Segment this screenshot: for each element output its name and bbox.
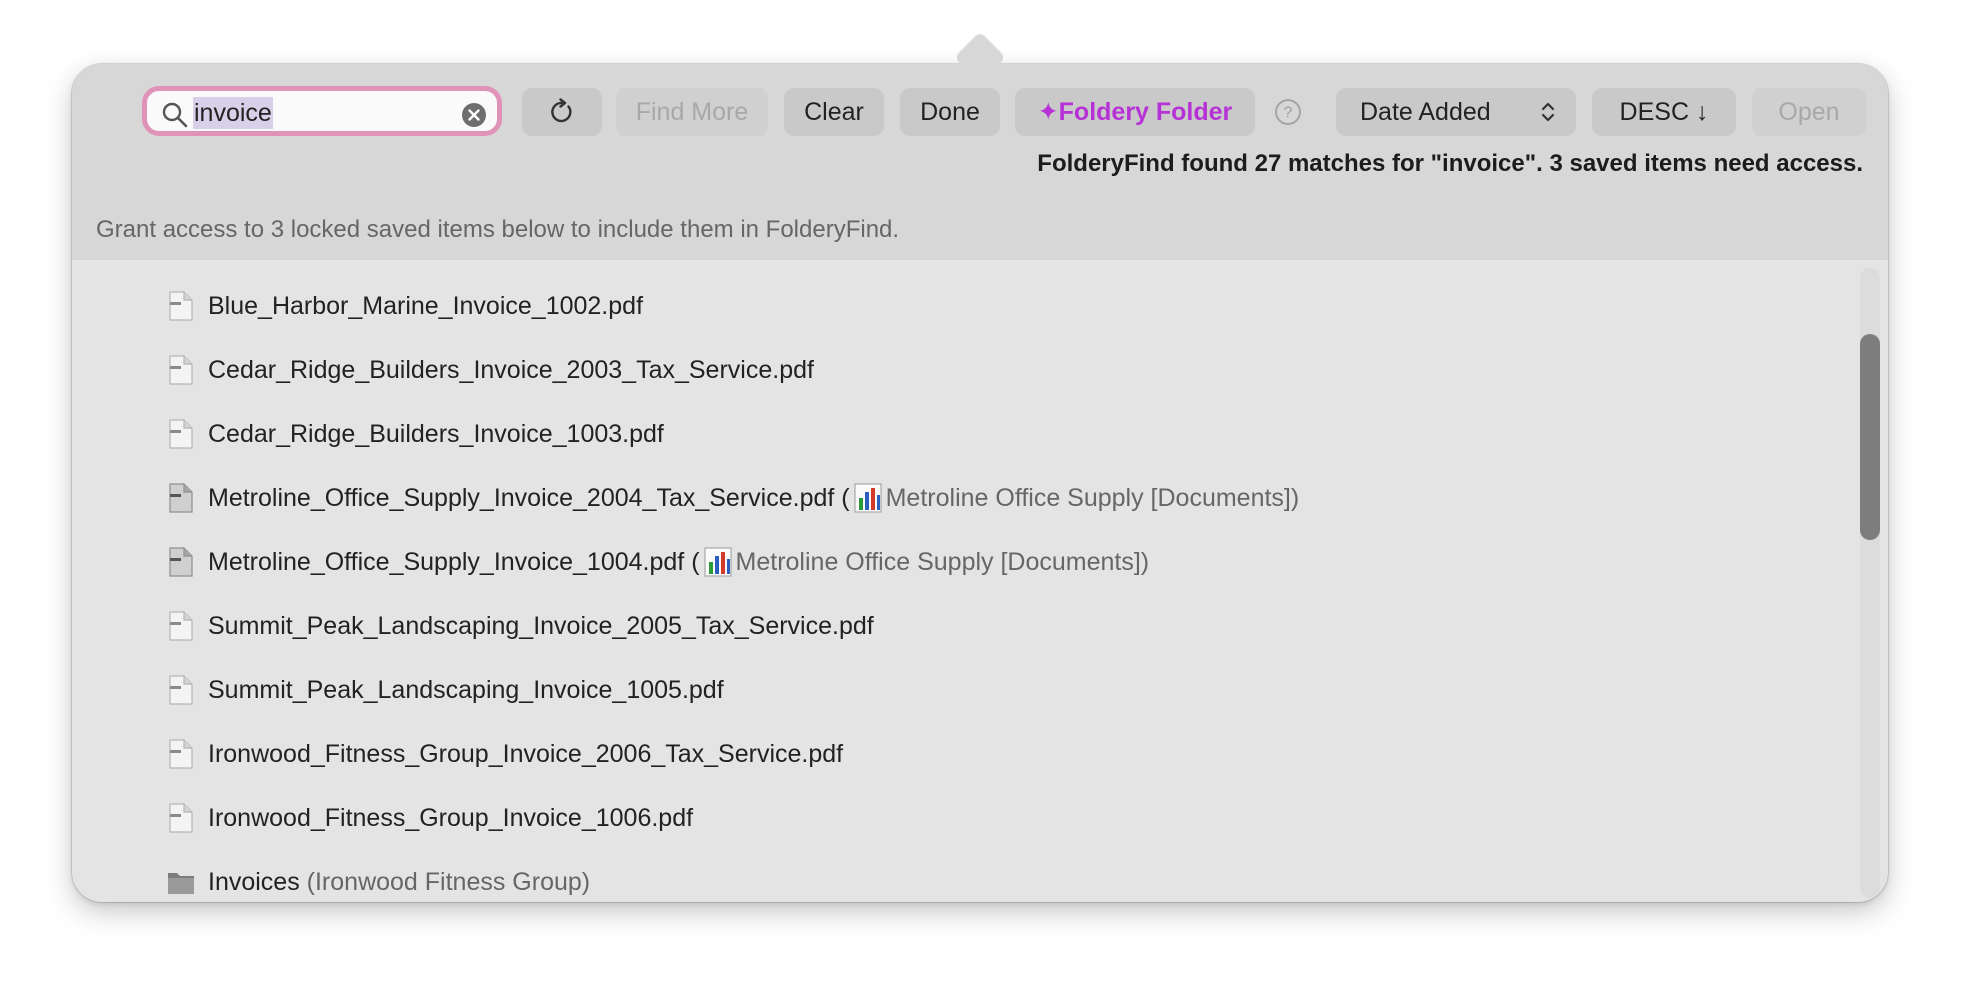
refresh-icon bbox=[551, 98, 572, 123]
location-open-paren: ( bbox=[684, 547, 700, 576]
grant-access-message[interactable]: Grant access to 3 locked saved items bel… bbox=[96, 216, 899, 244]
search-input[interactable]: invoice bbox=[193, 97, 273, 129]
bar-chart-icon bbox=[854, 483, 882, 513]
folder-icon bbox=[168, 873, 194, 894]
list-item[interactable]: Ironwood_Fitness_Group_Invoice_2006_Tax_… bbox=[166, 734, 843, 774]
status-message: FolderyFind found 27 matches for "invoic… bbox=[1037, 150, 1863, 177]
sort-order-button[interactable]: DESC ↓ bbox=[1592, 88, 1736, 136]
location-label: (Ironwood Fitness Group) bbox=[299, 867, 591, 896]
list-item[interactable]: Ironwood_Fitness_Group_Invoice_1006.pdf bbox=[166, 798, 693, 838]
list-item[interactable]: Cedar_Ridge_Builders_Invoice_1003.pdf bbox=[166, 414, 664, 454]
bar-chart-icon bbox=[704, 547, 732, 577]
sort-field-label: Date Added bbox=[1360, 98, 1491, 126]
file-name: Metroline_Office_Supply_Invoice_2004_Tax… bbox=[208, 483, 835, 512]
open-button[interactable]: Open bbox=[1752, 88, 1866, 136]
file-name: Blue_Harbor_Marine_Invoice_1002.pdf bbox=[208, 291, 644, 320]
svg-text:?: ? bbox=[1284, 105, 1293, 122]
pdf-file-icon bbox=[169, 547, 193, 577]
help-icon[interactable]: ? bbox=[1274, 98, 1302, 126]
search-field[interactable]: invoice bbox=[142, 86, 502, 136]
location-open-paren: ( bbox=[834, 483, 850, 512]
list-item[interactable]: Cedar_Ridge_Builders_Invoice_2003_Tax_Se… bbox=[166, 350, 814, 390]
location-label: Metroline Office Supply [Documents]) bbox=[885, 483, 1300, 512]
list-item[interactable]: Invoices (Ironwood Fitness Group) bbox=[166, 862, 590, 902]
scroll-thumb[interactable] bbox=[1860, 334, 1880, 540]
pdf-file-icon bbox=[169, 739, 193, 769]
list-item[interactable]: Summit_Peak_Landscaping_Invoice_1005.pdf bbox=[166, 670, 724, 710]
pdf-file-icon bbox=[169, 483, 193, 513]
file-name: Summit_Peak_Landscaping_Invoice_2005_Tax… bbox=[208, 611, 874, 640]
search-icon bbox=[162, 102, 188, 128]
location-label: Metroline Office Supply [Documents]) bbox=[735, 547, 1150, 576]
pdf-file-icon bbox=[169, 419, 193, 449]
search-header: invoice Find More Clear Done ✦Foldery Fo… bbox=[72, 64, 1888, 260]
foldery-folder-button[interactable]: ✦Foldery Folder bbox=[1015, 88, 1255, 136]
list-item[interactable]: Metroline_Office_Supply_Invoice_1004.pdf… bbox=[166, 542, 1149, 582]
file-name: Cedar_Ridge_Builders_Invoice_1003.pdf bbox=[208, 419, 664, 448]
list-item[interactable]: Blue_Harbor_Marine_Invoice_1002.pdf bbox=[166, 286, 643, 326]
done-button[interactable]: Done bbox=[900, 88, 1000, 136]
file-name: Ironwood_Fitness_Group_Invoice_2006_Tax_… bbox=[208, 739, 844, 768]
folder-name: Invoices bbox=[208, 867, 300, 896]
pdf-file-icon bbox=[169, 611, 193, 641]
updown-chevron-icon bbox=[1541, 102, 1555, 122]
results-list[interactable]: Blue_Harbor_Marine_Invoice_1002.pdf Ceda… bbox=[72, 260, 1888, 902]
clear-button[interactable]: Clear bbox=[784, 88, 884, 136]
file-name: Ironwood_Fitness_Group_Invoice_1006.pdf bbox=[208, 803, 694, 832]
file-name: Summit_Peak_Landscaping_Invoice_1005.pdf bbox=[208, 675, 724, 704]
find-more-button[interactable]: Find More bbox=[616, 88, 768, 136]
pdf-file-icon bbox=[169, 355, 193, 385]
pdf-file-icon bbox=[169, 291, 193, 321]
clear-search-icon[interactable] bbox=[461, 102, 487, 128]
list-item[interactable]: Metroline_Office_Supply_Invoice_2004_Tax… bbox=[166, 478, 1299, 518]
folderyfind-popover: invoice Find More Clear Done ✦Foldery Fo… bbox=[72, 64, 1888, 902]
pdf-file-icon bbox=[169, 675, 193, 705]
file-name: Cedar_Ridge_Builders_Invoice_2003_Tax_Se… bbox=[208, 355, 814, 384]
file-name: Metroline_Office_Supply_Invoice_1004.pdf bbox=[208, 547, 685, 576]
list-item[interactable]: Summit_Peak_Landscaping_Invoice_2005_Tax… bbox=[166, 606, 874, 646]
scrollbar[interactable] bbox=[1860, 268, 1880, 898]
sort-field-select[interactable]: Date Added bbox=[1336, 88, 1576, 136]
refresh-button[interactable] bbox=[522, 88, 602, 136]
pdf-file-icon bbox=[169, 803, 193, 833]
